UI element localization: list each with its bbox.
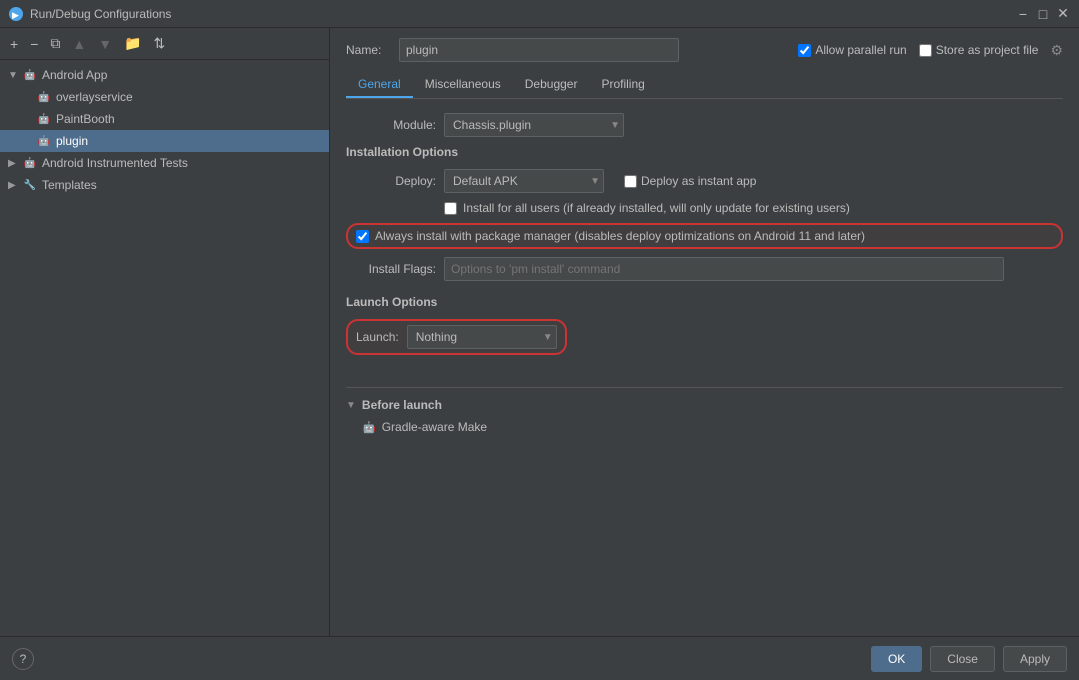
move-up-button[interactable]: ▲	[68, 34, 90, 54]
launch-row: Launch: Nothing Default Activity Specifi…	[346, 319, 1063, 367]
plugin-label: plugin	[56, 134, 88, 148]
gradle-icon: 🤖	[362, 421, 376, 434]
android-app-label: Android App	[42, 68, 107, 82]
tab-profiling[interactable]: Profiling	[589, 72, 656, 98]
copy-config-button[interactable]: ⧉	[46, 33, 64, 54]
android-icon: 🤖	[22, 67, 38, 83]
name-row: Name: Allow parallel run Store as projec…	[346, 38, 1063, 62]
allow-parallel-checkbox[interactable]	[798, 44, 811, 57]
instrumented-icon: 🤖	[22, 155, 38, 171]
plugin-icon: 🤖	[36, 133, 52, 149]
store-project-checkbox[interactable]	[919, 44, 932, 57]
left-panel: + − ⧉ ▲ ▼ 📁 ⇅ ▼ 🤖 Android App 🤖 overlays…	[0, 28, 330, 636]
tab-miscellaneous[interactable]: Miscellaneous	[413, 72, 513, 98]
store-project-label: Store as project file	[936, 43, 1039, 57]
instant-app-checkbox[interactable]	[624, 175, 637, 188]
collapse-arrow: ▼	[8, 70, 22, 81]
close-button[interactable]: ✕	[1055, 6, 1071, 22]
title-bar-controls[interactable]: − □ ✕	[1015, 6, 1071, 22]
tree-overlayservice[interactable]: 🤖 overlayservice	[0, 86, 329, 108]
bottom-bar: ? OK Close Apply	[0, 636, 1079, 680]
allow-parallel-checkbox-label[interactable]: Allow parallel run	[798, 43, 906, 57]
store-project-checkbox-label[interactable]: Store as project file	[919, 43, 1039, 57]
svg-text:▶: ▶	[12, 10, 19, 20]
module-select[interactable]: Chassis.plugin	[444, 113, 624, 137]
help-button[interactable]: ?	[12, 648, 34, 670]
tab-general[interactable]: General	[346, 72, 413, 98]
instant-app-label: Deploy as instant app	[641, 174, 756, 188]
tree-paintbooth[interactable]: 🤖 PaintBooth	[0, 108, 329, 130]
before-launch-arrow: ▼	[346, 400, 356, 411]
name-label: Name:	[346, 43, 391, 57]
name-input[interactable]	[399, 38, 679, 62]
install-flags-label: Install Flags:	[346, 262, 436, 276]
install-flags-row: Install Flags:	[346, 257, 1063, 281]
maximize-button[interactable]: □	[1035, 6, 1051, 22]
instant-app-checkbox-label[interactable]: Deploy as instant app	[624, 174, 756, 188]
template-expand-arrow: ▶	[8, 180, 22, 191]
title-bar: ▶ Run/Debug Configurations − □ ✕	[0, 0, 1079, 28]
overlay-label: overlayservice	[56, 90, 133, 104]
deploy-label: Deploy:	[346, 174, 436, 188]
allow-parallel-label: Allow parallel run	[815, 43, 906, 57]
install-flags-input[interactable]	[444, 257, 1004, 281]
apply-button[interactable]: Apply	[1003, 646, 1067, 672]
sort-button[interactable]: ⇅	[150, 33, 170, 54]
tabs: General Miscellaneous Debugger Profiling	[346, 72, 1063, 99]
templates-icon: 🔧	[22, 177, 38, 193]
deploy-row: Deploy: Default APK APK from app bundle …	[346, 169, 1063, 193]
launch-circled: Launch: Nothing Default Activity Specifi…	[346, 319, 567, 355]
always-install-label: Always install with package manager (dis…	[375, 229, 865, 243]
launch-label: Launch:	[356, 330, 399, 344]
launch-select-wrapper: Nothing Default Activity Specified Activ…	[407, 325, 557, 349]
launch-section-title: Launch Options	[346, 295, 1063, 309]
tab-debugger[interactable]: Debugger	[513, 72, 590, 98]
module-label: Module:	[346, 118, 436, 132]
before-launch-header[interactable]: ▼ Before launch	[346, 398, 1063, 412]
ok-button[interactable]: OK	[871, 646, 922, 672]
remove-config-button[interactable]: −	[26, 34, 42, 54]
right-panel: Name: Allow parallel run Store as projec…	[330, 28, 1079, 636]
tree-templates[interactable]: ▶ 🔧 Templates	[0, 174, 329, 196]
main-layout: + − ⧉ ▲ ▼ 📁 ⇅ ▼ 🤖 Android App 🤖 overlays…	[0, 28, 1079, 636]
overlay-icon: 🤖	[36, 89, 52, 105]
tree-android-app[interactable]: ▼ 🤖 Android App	[0, 64, 329, 86]
right-options: Allow parallel run Store as project file…	[798, 42, 1063, 59]
gradle-label: Gradle-aware Make	[382, 420, 487, 434]
install-all-users-checkbox[interactable]	[444, 202, 457, 215]
module-row: Module: Chassis.plugin ▼	[346, 113, 1063, 137]
install-all-users-row: Install for all users (if already instal…	[444, 201, 1063, 215]
deploy-select[interactable]: Default APK APK from app bundle Nothing	[444, 169, 604, 193]
content-area: Module: Chassis.plugin ▼ Installation Op…	[346, 113, 1063, 626]
deploy-select-wrapper: Default APK APK from app bundle Nothing …	[444, 169, 604, 193]
launch-select[interactable]: Nothing Default Activity Specified Activ…	[407, 325, 557, 349]
installation-section-title: Installation Options	[346, 145, 1063, 159]
tree-container: ▼ 🤖 Android App 🤖 overlayservice 🤖 Paint…	[0, 60, 329, 636]
instrumented-label: Android Instrumented Tests	[42, 156, 188, 170]
bottom-right-buttons: OK Close Apply	[871, 646, 1067, 672]
toolbar: + − ⧉ ▲ ▼ 📁 ⇅	[0, 28, 329, 60]
before-launch-title: Before launch	[362, 398, 442, 412]
title-bar-left: ▶ Run/Debug Configurations	[8, 6, 171, 22]
gear-icon[interactable]: ⚙	[1050, 42, 1063, 59]
move-down-button[interactable]: ▼	[94, 34, 116, 54]
gradle-row: 🤖 Gradle-aware Make	[346, 420, 1063, 434]
add-config-button[interactable]: +	[6, 34, 22, 54]
paintbooth-label: PaintBooth	[56, 112, 115, 126]
install-all-users-label: Install for all users (if already instal…	[463, 201, 850, 215]
templates-label: Templates	[42, 178, 97, 192]
tree-instrumented[interactable]: ▶ 🤖 Android Instrumented Tests	[0, 152, 329, 174]
before-launch-section: ▼ Before launch 🤖 Gradle-aware Make	[346, 387, 1063, 434]
tree-plugin[interactable]: 🤖 plugin	[0, 130, 329, 152]
folder-button[interactable]: 📁	[120, 33, 145, 54]
expand-arrow: ▶	[8, 158, 22, 169]
always-install-row: Always install with package manager (dis…	[346, 223, 1063, 249]
module-select-wrapper: Chassis.plugin ▼	[444, 113, 624, 137]
close-dialog-button[interactable]: Close	[930, 646, 995, 672]
window-title: Run/Debug Configurations	[30, 7, 171, 21]
minimize-button[interactable]: −	[1015, 6, 1031, 22]
always-install-checkbox[interactable]	[356, 230, 369, 243]
paintbooth-icon: 🤖	[36, 111, 52, 127]
app-icon: ▶	[8, 6, 24, 22]
